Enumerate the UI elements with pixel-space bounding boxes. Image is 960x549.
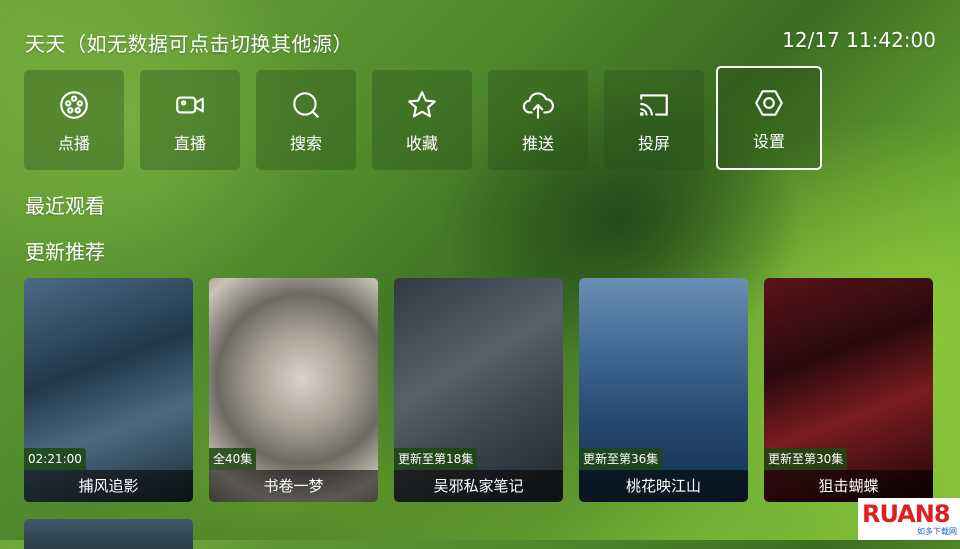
video-camera-icon	[176, 96, 204, 114]
nav-live-label: 直播	[173, 134, 206, 153]
video-title: 吴邪私家笔记	[394, 470, 563, 502]
nav-push-button[interactable]: 推送	[488, 70, 588, 170]
video-card-partial[interactable]	[24, 519, 193, 549]
cast-icon	[639, 94, 668, 116]
video-card[interactable]: 更新至第36集 桃花映江山	[579, 278, 748, 502]
nav-vod-label: 点播	[57, 134, 90, 153]
nav-push-label: 推送	[521, 134, 554, 153]
status-badge: 更新至第36集	[579, 448, 663, 470]
search-icon	[293, 92, 319, 118]
video-title: 书卷一梦	[209, 470, 378, 502]
recent-section-title: 最近观看	[25, 194, 105, 218]
video-title: 桃花映江山	[579, 470, 748, 502]
video-card[interactable]: 02:21:00 捕风追影	[24, 278, 193, 502]
nav-settings-label: 设置	[752, 132, 785, 151]
status-badge: 更新至第30集	[764, 448, 848, 470]
watermark-brand: RUAN8	[862, 500, 951, 528]
clock: 12/17 11:42:00	[782, 28, 936, 52]
cloud-upload-icon	[522, 92, 554, 119]
source-title[interactable]: 天天（如无数据可点击切换其他源）	[25, 28, 353, 57]
nav-vod-button[interactable]: 点播	[24, 70, 124, 170]
status-badge: 更新至第18集	[394, 448, 478, 470]
nav-search-button[interactable]: 搜索	[256, 70, 356, 170]
watermark-logo: RUAN8 如多下载网	[858, 498, 960, 540]
nav-cast-label: 投屏	[637, 134, 670, 153]
recommend-section-title: 更新推荐	[25, 240, 105, 264]
nav-cast-button[interactable]: 投屏	[604, 70, 704, 170]
video-card[interactable]: 更新至第18集 吴邪私家笔记	[394, 278, 563, 502]
nav-favorites-button[interactable]: 收藏	[372, 70, 472, 170]
star-icon	[408, 91, 436, 118]
nav-favorites-label: 收藏	[405, 134, 438, 153]
nav-settings-button[interactable]: 设置	[716, 66, 822, 170]
video-card[interactable]: 全40集 书卷一梦	[209, 278, 378, 502]
top-bar: 天天（如无数据可点击切换其他源） 12/17 11:42:00	[25, 28, 936, 56]
status-badge: 02:21:00	[24, 448, 86, 470]
video-title: 捕风追影	[24, 470, 193, 502]
gear-icon	[755, 90, 783, 116]
video-card[interactable]: 更新至第30集 狙击蝴蝶	[764, 278, 933, 502]
nav-live-button[interactable]: 直播	[140, 70, 240, 170]
status-badge: 全40集	[209, 448, 257, 470]
watermark-subtext: 如多下载网	[917, 527, 957, 536]
nav-search-label: 搜索	[289, 134, 322, 153]
film-reel-icon	[60, 91, 88, 119]
